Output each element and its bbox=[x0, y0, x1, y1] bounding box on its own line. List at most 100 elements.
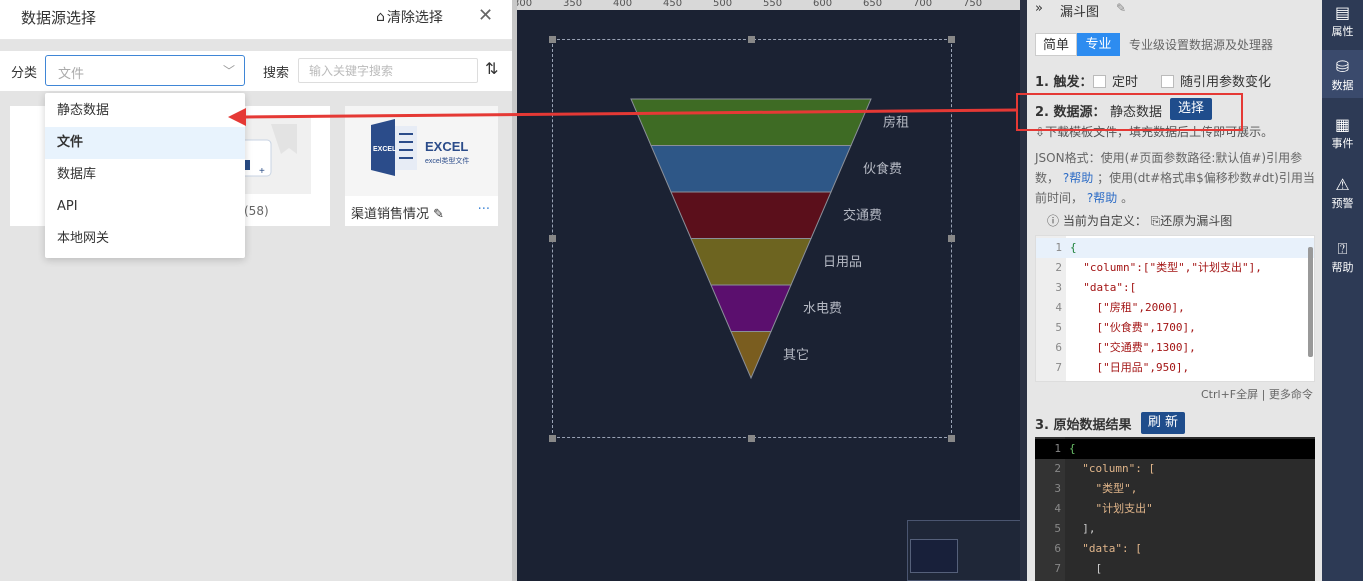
tab-pro[interactable]: 专业 bbox=[1077, 33, 1120, 56]
sidebar-item-help[interactable]: ⍰ 帮助 bbox=[1322, 236, 1363, 284]
category-select[interactable]: 文件 ﹀ bbox=[45, 55, 245, 86]
excel-logo-subtext: excel类型文件 bbox=[425, 156, 469, 165]
canvas-scrollbar[interactable] bbox=[1020, 0, 1027, 581]
dropdown-item-database[interactable]: 数据库 bbox=[45, 159, 245, 191]
param-change-label: 随引用参数变化 bbox=[1180, 75, 1272, 90]
timer-checkbox[interactable]: 定时 bbox=[1093, 71, 1138, 90]
sidebar-item-event[interactable]: ▦ 事件 bbox=[1322, 112, 1363, 160]
minimap-viewport[interactable] bbox=[910, 539, 958, 573]
search-label: 搜索 bbox=[263, 66, 290, 81]
sidebar-item-label: 帮助 bbox=[1331, 261, 1354, 274]
category-dropdown: 静态数据 文件 数据库 API 本地网关 bbox=[45, 93, 245, 258]
funnel-label: 其它 bbox=[783, 347, 809, 363]
funnel-label: 水电费 bbox=[803, 301, 842, 316]
clear-selection-button[interactable]: ⌂ 清除选择 bbox=[376, 7, 443, 27]
sidebar-item-properties[interactable]: ▤ 属性 bbox=[1322, 0, 1363, 40]
funnel-segment[interactable] bbox=[690, 238, 812, 286]
funnel-chart[interactable]: 房租伙食费交通费日用品水电费其它 bbox=[517, 0, 1027, 581]
search-input[interactable] bbox=[298, 58, 478, 83]
clear-selection-label: 清除选择 bbox=[386, 10, 443, 26]
datasource-card[interactable]: EXCEL EXCEL excel类型文件 渠道销售情况 ✎ ··· bbox=[345, 106, 498, 226]
code-line: 7 [ bbox=[1054, 562, 1103, 575]
funnel-label: 交通费 bbox=[843, 207, 882, 223]
code-line: 1{ bbox=[1035, 439, 1315, 459]
funnel-label: 日用品 bbox=[823, 255, 862, 270]
json-hint-text: 。 bbox=[1121, 191, 1134, 205]
category-select-value: 文件 bbox=[58, 67, 85, 82]
category-label: 分类 bbox=[11, 66, 38, 81]
custom-note-text: 当前为自定义： bbox=[1062, 214, 1147, 228]
card-title[interactable]: 渠道销售情况 ✎ bbox=[351, 203, 444, 222]
event-icon: ▦ bbox=[1334, 115, 1351, 134]
param-change-checkbox[interactable]: 随引用参数变化 bbox=[1161, 71, 1271, 90]
code-line: 1{ bbox=[1036, 238, 1314, 258]
code-line: 3 "data":[ bbox=[1055, 281, 1137, 294]
raw-result-label: 3. 原始数据结果 bbox=[1035, 418, 1132, 433]
eraser-icon: ⌂ bbox=[376, 9, 385, 25]
svg-text:+: + bbox=[259, 166, 265, 177]
dropdown-item-file[interactable]: 文件 bbox=[45, 127, 245, 159]
checkbox[interactable] bbox=[1161, 75, 1174, 88]
custom-note: ⓘ 当前为自定义： ⎘还原为漏斗图 bbox=[1047, 212, 1232, 229]
funnel-segment[interactable] bbox=[670, 191, 832, 239]
edit-icon[interactable]: ✎ bbox=[433, 207, 444, 222]
code-line: 4 ["房租",2000], bbox=[1055, 301, 1185, 314]
minimap[interactable] bbox=[907, 520, 1027, 581]
editor-footer[interactable]: Ctrl+F全屏 | 更多命令 bbox=[1201, 386, 1313, 402]
json-editor[interactable]: 1{ 2 "column":["类型","计划支出"], 3 "data":[ … bbox=[1035, 235, 1315, 382]
help-link-text: 帮助 bbox=[1093, 191, 1118, 205]
funnel-label: 房租 bbox=[883, 114, 909, 130]
code-line: 7 ["日用品",950], bbox=[1055, 361, 1190, 374]
edit-icon[interactable]: ✎ bbox=[1116, 1, 1126, 15]
card-count: (58) bbox=[244, 204, 269, 218]
design-canvas[interactable]: 300 350 400 450 500 550 600 650 700 750 … bbox=[517, 0, 1027, 581]
help-icon: ⍰ bbox=[1337, 239, 1348, 258]
checkbox[interactable] bbox=[1093, 75, 1106, 88]
restore-button[interactable]: ⎘还原为漏斗图 bbox=[1151, 214, 1233, 228]
close-icon[interactable]: ✕ bbox=[478, 5, 493, 26]
refresh-button[interactable]: 刷 新 bbox=[1141, 412, 1185, 434]
panel-title: 数据源选择 bbox=[21, 9, 97, 27]
tab-description: 专业级设置数据源及处理器 bbox=[1129, 38, 1274, 52]
chevron-down-icon: ﹀ bbox=[222, 64, 235, 78]
funnel-segment[interactable] bbox=[710, 284, 792, 332]
code-line: 4 "计划支出" bbox=[1054, 502, 1153, 515]
panel-title: 漏斗图 bbox=[1060, 5, 1100, 20]
excel-badge: EXCEL bbox=[373, 146, 397, 153]
annotation-highlight-box bbox=[1016, 93, 1243, 131]
excel-logo-text: EXCEL bbox=[425, 139, 468, 154]
editor-scrollbar[interactable] bbox=[1308, 247, 1313, 357]
tab-simple[interactable]: 简单 bbox=[1035, 33, 1077, 56]
dropdown-item-static[interactable]: 静态数据 bbox=[45, 95, 245, 127]
dropdown-item-gateway[interactable]: 本地网关 bbox=[45, 223, 245, 255]
code-line: 2 "column": [ bbox=[1054, 462, 1156, 475]
panel-header: 数据源选择 ⌂ 清除选择 ✕ bbox=[0, 0, 512, 40]
database-icon: ⛁ bbox=[1335, 57, 1350, 76]
sidebar-item-label: 数据 bbox=[1331, 79, 1354, 92]
funnel-segment[interactable] bbox=[650, 145, 852, 193]
sort-icon[interactable]: ⇅ bbox=[485, 59, 498, 78]
code-line: 3 "类型", bbox=[1054, 482, 1138, 495]
code-line: 2 "column":["类型","计划支出"], bbox=[1055, 261, 1262, 274]
help-link-text: 帮助 bbox=[1069, 171, 1094, 185]
panel-header: » 漏斗图 ✎ bbox=[1027, 0, 1322, 22]
raw-result-viewer[interactable]: 1{ 2 "column": [ 3 "类型", 4 "计划支出" 5 ], 6… bbox=[1035, 437, 1315, 581]
funnel-label: 伙食费 bbox=[863, 161, 902, 177]
link-icon: ⎘ bbox=[1150, 214, 1161, 228]
funnel-segment[interactable] bbox=[730, 331, 772, 380]
help-link[interactable]: ?帮助 bbox=[1063, 171, 1093, 185]
funnel-segment[interactable] bbox=[630, 98, 872, 146]
sidebar-item-alarm[interactable]: ⚠ 预警 bbox=[1322, 172, 1363, 220]
excel-file-icon: EXCEL EXCEL excel类型文件 bbox=[371, 119, 469, 176]
trigger-label: 1. 触发： bbox=[1035, 75, 1093, 90]
help-link[interactable]: ?帮助 bbox=[1087, 191, 1117, 205]
alarm-icon: ⚠ bbox=[1335, 175, 1350, 194]
sidebar-item-data[interactable]: ⛁ 数据 bbox=[1322, 50, 1363, 98]
info-icon: ⓘ bbox=[1047, 214, 1060, 228]
card-title-text: 渠道销售情况 bbox=[351, 207, 430, 222]
dropdown-item-api[interactable]: API bbox=[45, 191, 245, 223]
right-sidebar: ▤ 属性 ⛁ 数据 ▦ 事件 ⚠ 预警 ⍰ 帮助 bbox=[1322, 0, 1363, 581]
code-line: 5 ["伙食费",1700], bbox=[1055, 321, 1196, 334]
double-chevron-right-icon[interactable]: » bbox=[1035, 1, 1043, 16]
more-icon[interactable]: ··· bbox=[478, 202, 490, 217]
